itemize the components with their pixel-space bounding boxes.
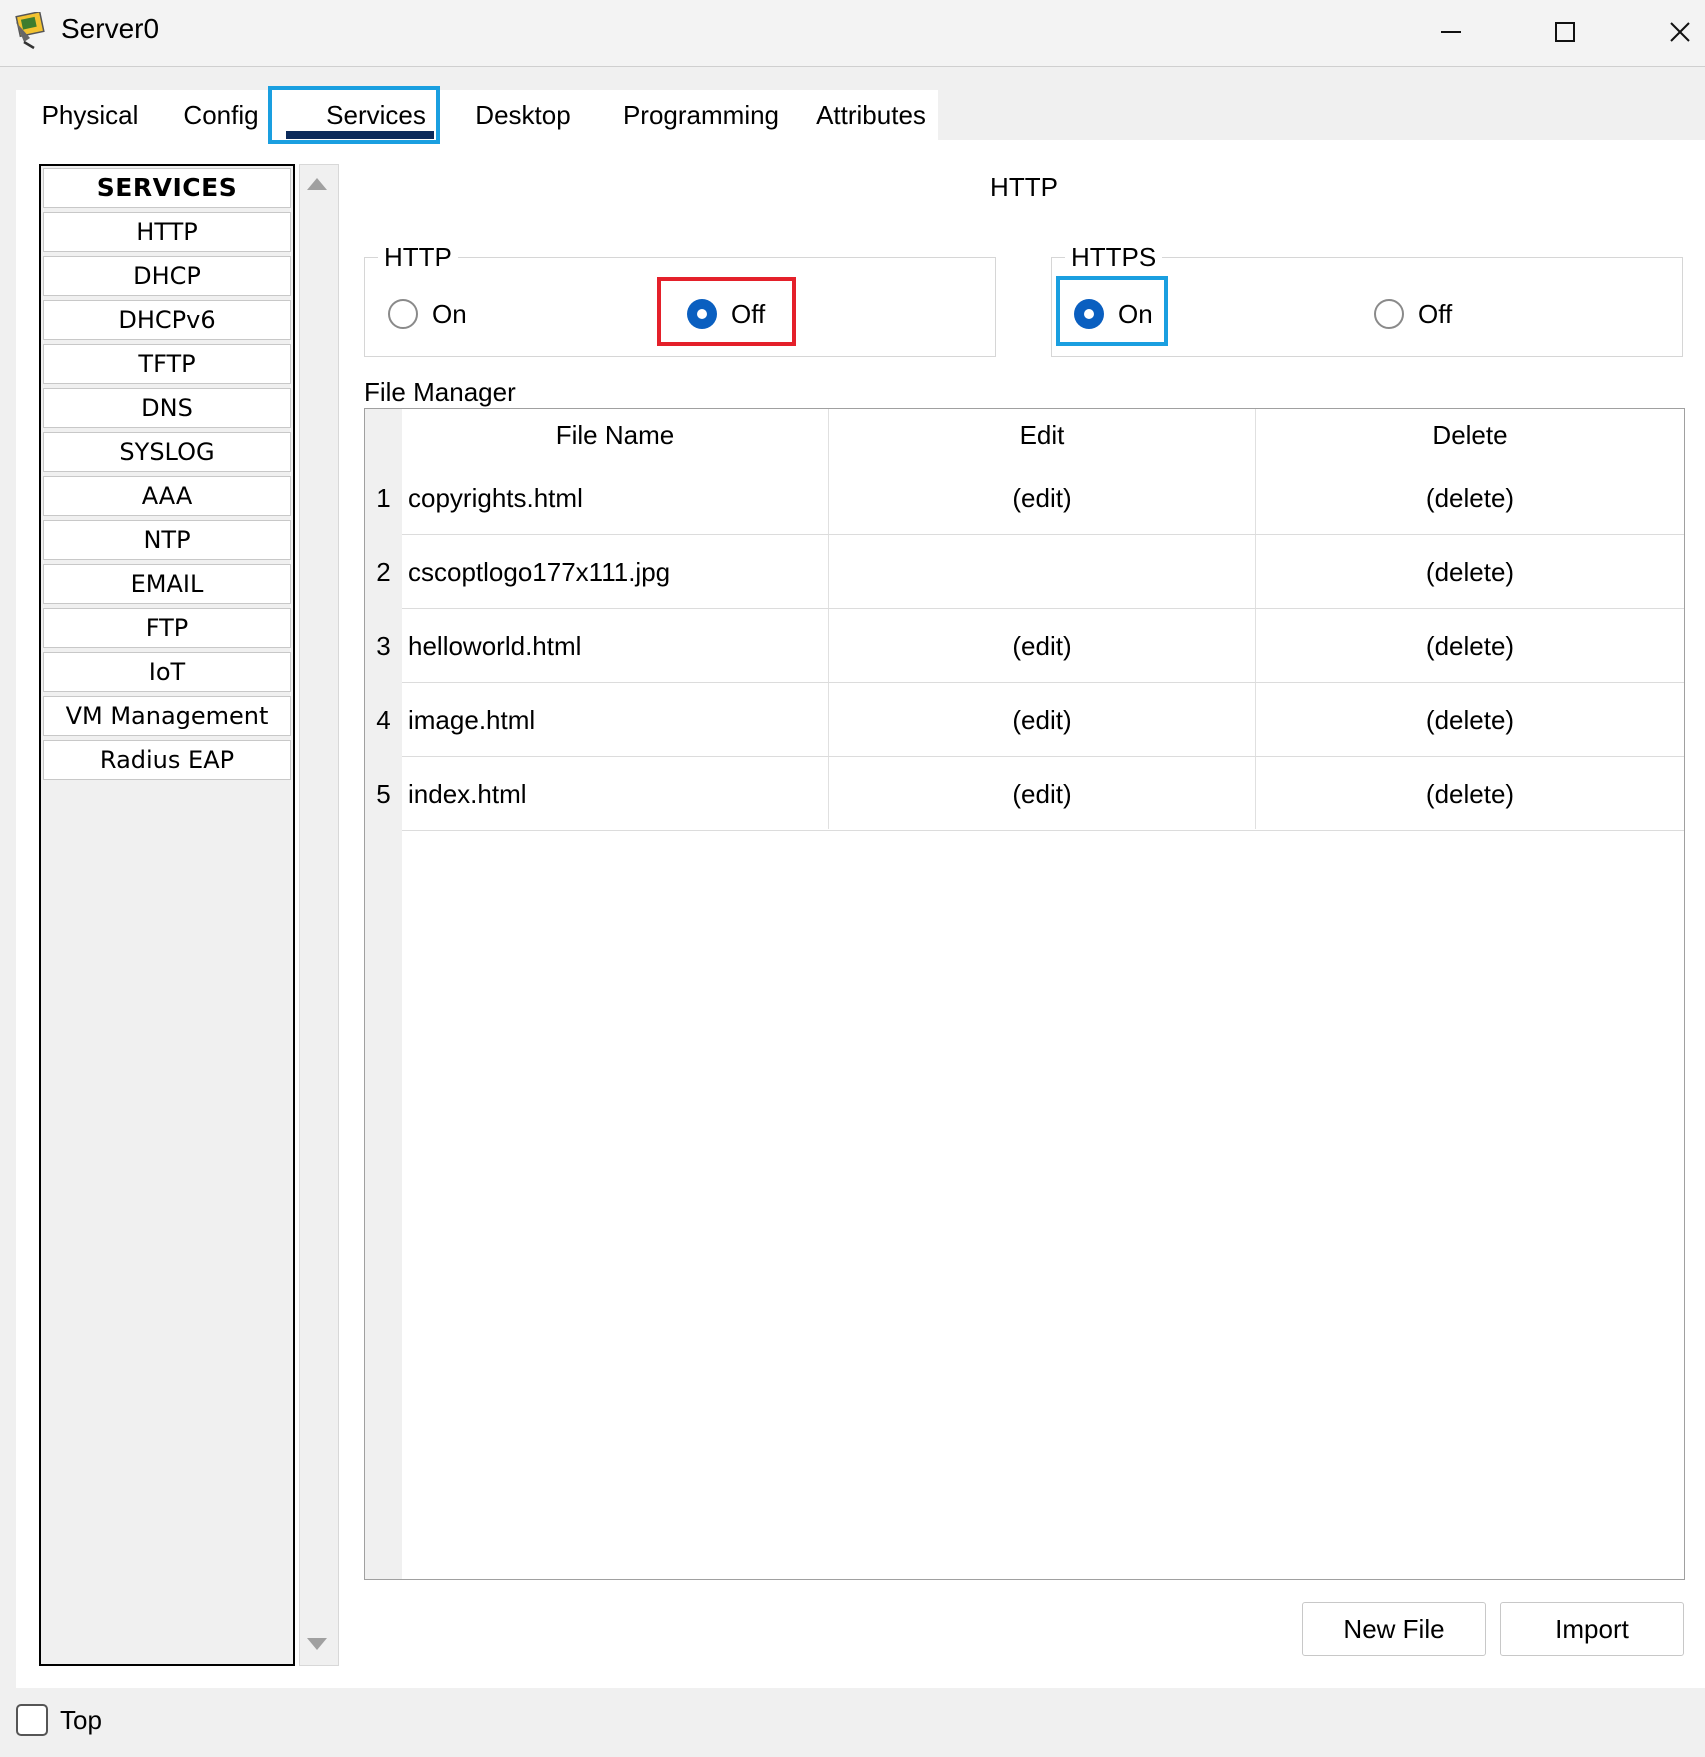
tab-bar: Physical Config Services Desktop Program… xyxy=(16,90,938,140)
sidebar-item-iot[interactable]: IoT xyxy=(43,652,291,692)
sidebar-scrollbar[interactable] xyxy=(299,164,339,1666)
sidebar-item-email[interactable]: EMAIL xyxy=(43,564,291,604)
https-on-highlight xyxy=(1056,276,1168,346)
tab-programming[interactable]: Programming xyxy=(601,90,801,140)
http-legend: HTTP xyxy=(378,242,458,273)
sidebar-item-dns[interactable]: DNS xyxy=(43,388,291,428)
table-row: 2 cscoptlogo177x111.jpg (delete) xyxy=(365,535,1684,609)
http-on-radio[interactable]: On xyxy=(388,294,467,334)
delete-link[interactable]: (delete) xyxy=(1256,757,1684,831)
sidebar-item-dhcp[interactable]: DHCP xyxy=(43,256,291,296)
radio-unchecked-icon[interactable] xyxy=(1374,299,1404,329)
https-off-radio[interactable]: Off xyxy=(1374,294,1452,334)
sidebar-item-ntp[interactable]: NTP xyxy=(43,520,291,560)
scroll-down-arrow-icon[interactable] xyxy=(307,1638,327,1650)
table-row: 3 helloworld.html (edit) (delete) xyxy=(365,609,1684,683)
sidebar-item-tftp[interactable]: TFTP xyxy=(43,344,291,384)
table-row: 5 index.html (edit) (delete) xyxy=(365,757,1684,831)
import-button[interactable]: Import xyxy=(1500,1602,1684,1656)
https-legend: HTTPS xyxy=(1065,242,1163,273)
edit-link[interactable]: (edit) xyxy=(829,683,1255,757)
edit-link[interactable]: (edit) xyxy=(829,461,1255,535)
table-row: 4 image.html (edit) (delete) xyxy=(365,683,1684,757)
window-title: Server0 xyxy=(61,13,160,44)
tab-attributes[interactable]: Attributes xyxy=(806,90,936,140)
maximize-button[interactable] xyxy=(1510,0,1620,64)
edit-link[interactable]: (edit) xyxy=(829,757,1255,831)
minimize-button[interactable] xyxy=(1396,0,1506,64)
column-header-edit: Edit xyxy=(829,409,1255,461)
http-on-label: On xyxy=(432,298,467,329)
new-file-button[interactable]: New File xyxy=(1302,1602,1486,1656)
tab-physical[interactable]: Physical xyxy=(30,90,150,140)
file-manager-label: File Manager xyxy=(364,377,516,407)
close-icon xyxy=(1670,22,1690,42)
sidebar-item-syslog[interactable]: SYSLOG xyxy=(43,432,291,472)
https-off-label: Off xyxy=(1418,298,1453,329)
sidebar-item-aaa[interactable]: AAA xyxy=(43,476,291,516)
sidebar-item-vm-management[interactable]: VM Management xyxy=(43,696,291,736)
minimize-icon xyxy=(1441,31,1461,33)
column-header-file-name: File Name xyxy=(402,409,828,461)
top-checkbox[interactable] xyxy=(16,1704,48,1736)
radio-unchecked-icon[interactable] xyxy=(388,299,418,329)
row-number: 4 xyxy=(376,705,391,735)
file-name: helloworld.html xyxy=(408,631,582,661)
services-tab-highlight xyxy=(268,86,440,144)
http-off-highlight xyxy=(657,277,796,346)
edit-link[interactable]: (edit) xyxy=(829,609,1255,683)
column-header-delete: Delete xyxy=(1256,409,1684,461)
tab-config[interactable]: Config xyxy=(176,90,266,140)
top-label: Top xyxy=(60,1705,102,1735)
close-button[interactable] xyxy=(1625,0,1705,64)
delete-link[interactable]: (delete) xyxy=(1256,609,1684,683)
scroll-up-arrow-icon[interactable] xyxy=(307,178,327,190)
server-icon xyxy=(10,10,48,50)
delete-link[interactable]: (delete) xyxy=(1256,461,1684,535)
sidebar-item-http[interactable]: HTTP xyxy=(43,212,291,252)
delete-link[interactable]: (delete) xyxy=(1256,683,1684,757)
maximize-icon xyxy=(1555,22,1575,42)
sidebar-item-radius-eap[interactable]: Radius EAP xyxy=(43,740,291,780)
row-number: 3 xyxy=(376,631,391,661)
row-number: 2 xyxy=(376,557,391,587)
file-name: copyrights.html xyxy=(408,483,583,513)
row-divider xyxy=(402,830,1684,831)
sidebar-item-ftp[interactable]: FTP xyxy=(43,608,291,648)
table-row: 1 copyrights.html (edit) (delete) xyxy=(365,461,1684,535)
file-name: image.html xyxy=(408,705,536,735)
tab-desktop[interactable]: Desktop xyxy=(458,90,588,140)
file-name: cscoptlogo177x111.jpg xyxy=(408,557,671,587)
row-number: 5 xyxy=(376,779,391,809)
delete-link[interactable]: (delete) xyxy=(1256,535,1684,609)
file-name: index.html xyxy=(408,779,527,809)
sidebar-item-dhcpv6[interactable]: DHCPv6 xyxy=(43,300,291,340)
row-number: 1 xyxy=(376,483,391,513)
services-header: SERVICES xyxy=(43,168,291,208)
section-title: HTTP xyxy=(990,172,1058,202)
